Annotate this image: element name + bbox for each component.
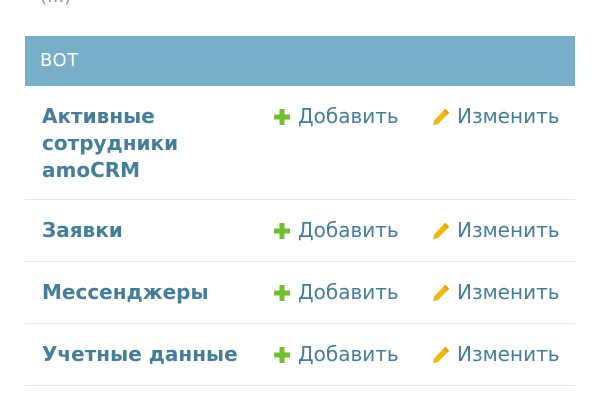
model-link[interactable]: Учетные данные — [42, 341, 252, 368]
pencil-icon — [431, 283, 451, 303]
app-caption-link[interactable]: BOT — [25, 36, 575, 86]
change-link[interactable]: Изменить — [431, 341, 560, 368]
add-label: Добавить — [298, 104, 399, 128]
plus-icon — [272, 283, 292, 303]
change-label: Изменить — [457, 218, 560, 242]
model-row: Заявки Добавить Изменить — [25, 200, 575, 262]
change-link[interactable]: Изменить — [431, 279, 560, 306]
add-label: Добавить — [298, 218, 399, 242]
add-label: Добавить — [298, 280, 399, 304]
change-label: Изменить — [457, 280, 560, 304]
add-label: Добавить — [298, 342, 399, 366]
app-module-bot: BOT Активные сотрудники amoCRM Добавить … — [25, 36, 575, 386]
add-link[interactable]: Добавить — [272, 103, 399, 130]
model-link[interactable]: Мессенджеры — [42, 279, 252, 306]
pencil-icon — [431, 345, 451, 365]
model-link[interactable]: Активные сотрудники amoCRM — [42, 103, 252, 184]
change-link[interactable]: Изменить — [431, 103, 560, 130]
plus-icon — [272, 107, 292, 127]
model-row: Учетные данные Добавить Изменить — [25, 324, 575, 386]
change-label: Изменить — [457, 342, 560, 366]
add-link[interactable]: Добавить — [272, 217, 399, 244]
change-link[interactable]: Изменить — [431, 217, 560, 244]
plus-icon — [272, 345, 292, 365]
model-row: Мессенджеры Добавить Изменить — [25, 262, 575, 324]
pencil-icon — [431, 221, 451, 241]
add-link[interactable]: Добавить — [272, 341, 399, 368]
plus-icon — [272, 221, 292, 241]
pencil-icon — [431, 107, 451, 127]
change-label: Изменить — [457, 104, 560, 128]
model-link[interactable]: Заявки — [42, 217, 252, 244]
admin-index-page: (...) BOT Активные сотрудники amoCRM Доб… — [0, 0, 600, 400]
cropped-top-text: (...) — [40, 0, 71, 7]
model-row: Активные сотрудники amoCRM Добавить Изме… — [25, 86, 575, 200]
add-link[interactable]: Добавить — [272, 279, 399, 306]
